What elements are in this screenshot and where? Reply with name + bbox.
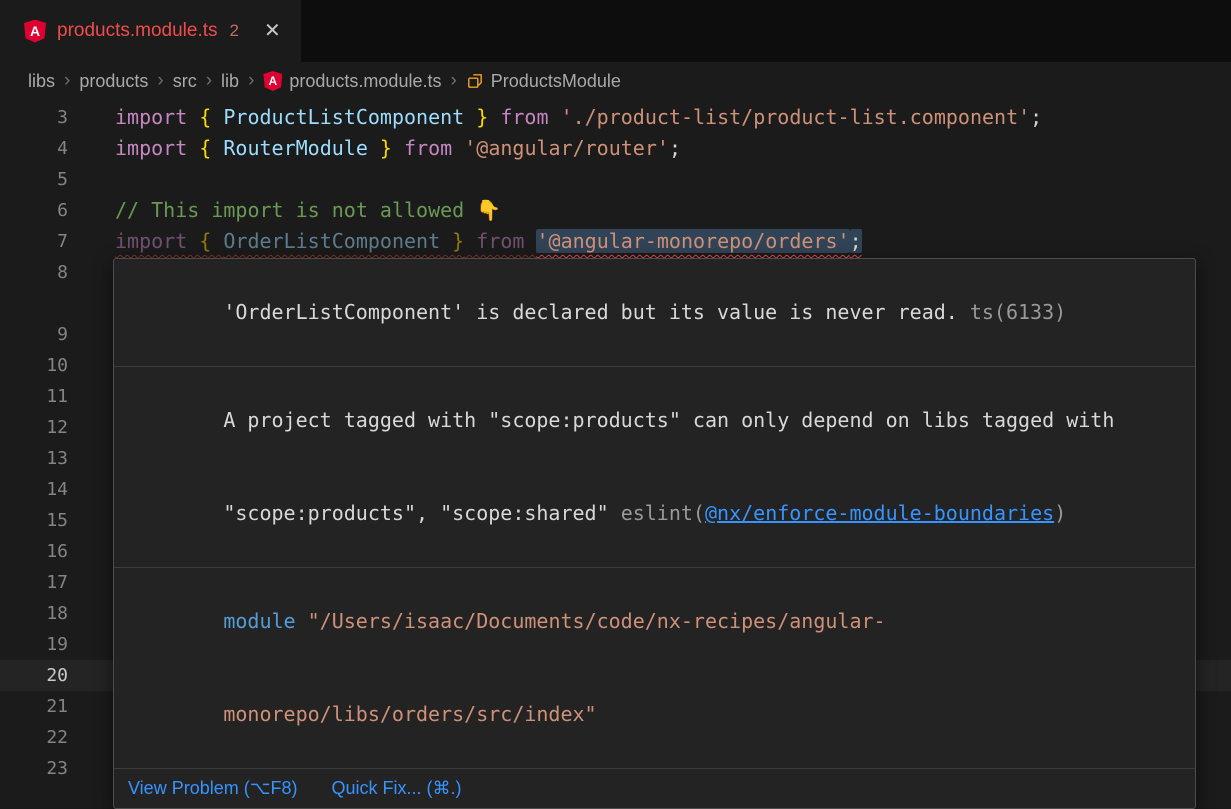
editor-row: 7 import { OrderListComponent } from '@an… bbox=[0, 226, 1231, 257]
hover-actions: View Problem (⌥F8) Quick Fix... (⌘.) bbox=[114, 769, 1195, 808]
editor-row: 3 import { ProductListComponent } from '.… bbox=[0, 102, 1231, 133]
class-symbol-icon bbox=[466, 72, 484, 90]
line-number[interactable]: 21 bbox=[0, 691, 68, 722]
line-number[interactable]: 18 bbox=[0, 598, 68, 629]
eslint-source-close: ) bbox=[1054, 501, 1066, 525]
line-number[interactable]: 13 bbox=[0, 443, 68, 474]
diagnostic-ts: 'OrderListComponent' is declared but its… bbox=[114, 259, 1195, 367]
breadcrumb-label: products bbox=[79, 71, 148, 92]
chevron-separator-icon: › bbox=[248, 70, 254, 92]
module-path-line1: "/Users/isaac/Documents/code/nx-recipes/… bbox=[296, 609, 886, 633]
diagnostic-message: 'OrderListComponent' is declared but its… bbox=[223, 300, 958, 324]
line-number[interactable]: 17 bbox=[0, 567, 68, 598]
token: from bbox=[464, 229, 536, 253]
eslint-source-open: eslint( bbox=[621, 501, 705, 525]
hover-popup: 'OrderListComponent' is declared but its… bbox=[113, 258, 1196, 809]
close-icon[interactable]: ✕ bbox=[264, 21, 281, 41]
breadcrumb-label: lib bbox=[221, 71, 239, 92]
breadcrumb-item[interactable]: ProductsModule bbox=[466, 71, 621, 92]
code-line[interactable]: import { RouterModule } from '@angular/r… bbox=[115, 133, 1231, 164]
line-number[interactable]: 22 bbox=[0, 722, 68, 753]
token: from bbox=[488, 105, 560, 129]
diagnostic-source: ts(6133) bbox=[970, 300, 1066, 324]
line-number[interactable]: 6 bbox=[0, 195, 68, 226]
line-number[interactable]: 14 bbox=[0, 474, 68, 505]
token: } bbox=[368, 136, 392, 160]
line-number[interactable]: 4 bbox=[0, 133, 68, 164]
editor-row: 5 bbox=[0, 164, 1231, 195]
editor-row: 4 import { RouterModule } from '@angular/… bbox=[0, 133, 1231, 164]
eslint-message-line1: A project tagged with "scope:products" c… bbox=[223, 408, 1114, 432]
breadcrumb-item[interactable]: src bbox=[173, 71, 197, 92]
line-number[interactable]: 19 bbox=[0, 629, 68, 660]
line-number[interactable]: 23 bbox=[0, 753, 68, 784]
module-code-block: module "/Users/isaac/Documents/code/nx-r… bbox=[114, 568, 1195, 769]
breadcrumb-label: libs bbox=[28, 71, 55, 92]
line-number[interactable]: 7 bbox=[0, 226, 68, 257]
line-number[interactable]: 8 bbox=[0, 257, 68, 319]
error-squiggle: import { OrderListComponent } from '@ang… bbox=[115, 229, 862, 253]
token: './product-list/product-list.component' bbox=[561, 105, 1031, 129]
token: 👇 bbox=[476, 198, 501, 222]
eslint-message-line2: "scope:products", "scope:shared" bbox=[223, 501, 620, 525]
tab-products-module[interactable]: A products.module.ts 2 ✕ bbox=[0, 0, 301, 62]
token: { bbox=[199, 105, 223, 129]
tab-title: products.module.ts bbox=[57, 20, 218, 42]
code-line[interactable]: import { OrderListComponent } from '@ang… bbox=[115, 226, 1231, 257]
line-number[interactable]: 15 bbox=[0, 505, 68, 536]
token: // This import is not allowed bbox=[115, 198, 476, 222]
code-line[interactable]: import { ProductListComponent } from './… bbox=[115, 102, 1231, 133]
token: ; bbox=[669, 136, 681, 160]
token: { bbox=[199, 136, 223, 160]
token: } bbox=[440, 229, 464, 253]
code-editor: 3 import { ProductListComponent } from '.… bbox=[0, 100, 1231, 780]
tab-bar: A products.module.ts 2 ✕ bbox=[0, 0, 1231, 62]
token: } bbox=[464, 105, 488, 129]
token: import bbox=[115, 136, 199, 160]
line-number[interactable]: 3 bbox=[0, 102, 68, 133]
token: from bbox=[392, 136, 464, 160]
angular-icon: A bbox=[263, 71, 282, 91]
token: OrderListComponent bbox=[223, 229, 440, 253]
token: { bbox=[199, 229, 223, 253]
breadcrumb-label: src bbox=[173, 71, 197, 92]
line-number[interactable]: 16 bbox=[0, 536, 68, 567]
line-number[interactable]: 11 bbox=[0, 381, 68, 412]
diagnostic-eslint: A project tagged with "scope:products" c… bbox=[114, 367, 1195, 568]
line-number[interactable]: 20 bbox=[0, 660, 68, 691]
line-number[interactable]: 5 bbox=[0, 164, 68, 195]
breadcrumb-item[interactable]: libs bbox=[28, 71, 55, 92]
breadcrumb-label: products.module.ts bbox=[289, 71, 441, 92]
eslint-rule-link[interactable]: @nx/enforce-module-boundaries bbox=[705, 501, 1054, 525]
token: import bbox=[115, 105, 199, 129]
token: ; bbox=[850, 229, 862, 253]
chevron-separator-icon: › bbox=[206, 70, 212, 92]
line-number[interactable]: 10 bbox=[0, 350, 68, 381]
editor-row: 6 // This import is not allowed 👇 bbox=[0, 195, 1231, 226]
token: '@angular/router' bbox=[464, 136, 669, 160]
line-number[interactable]: 12 bbox=[0, 412, 68, 443]
breadcrumb-item[interactable]: lib bbox=[221, 71, 239, 92]
code-line[interactable] bbox=[115, 164, 1231, 195]
chevron-separator-icon: › bbox=[157, 70, 163, 92]
module-path-line2: monorepo/libs/orders/src/index" bbox=[223, 702, 596, 726]
breadcrumb-item[interactable]: products bbox=[79, 71, 148, 92]
token: ; bbox=[1030, 105, 1042, 129]
quick-fix-action[interactable]: Quick Fix... (⌘.) bbox=[331, 778, 461, 799]
angular-icon: A bbox=[24, 20, 46, 43]
view-problem-action[interactable]: View Problem (⌥F8) bbox=[128, 778, 297, 799]
breadcrumb-item[interactable]: Aproducts.module.ts bbox=[263, 71, 441, 92]
tab-problems-badge: 2 bbox=[230, 21, 239, 41]
chevron-separator-icon: › bbox=[450, 70, 456, 92]
line-number[interactable]: 9 bbox=[0, 319, 68, 350]
chevron-separator-icon: › bbox=[64, 70, 70, 92]
code-line[interactable]: // This import is not allowed 👇 bbox=[115, 195, 1231, 226]
breadcrumb: libs › products › src › lib › Aproducts.module.t… bbox=[0, 62, 1231, 100]
token: RouterModule bbox=[223, 136, 368, 160]
token: '@angular-monorepo/orders' bbox=[536, 229, 849, 253]
token: ProductListComponent bbox=[223, 105, 464, 129]
token: import bbox=[115, 229, 199, 253]
module-keyword: module bbox=[223, 609, 295, 633]
breadcrumb-label: ProductsModule bbox=[491, 71, 621, 92]
